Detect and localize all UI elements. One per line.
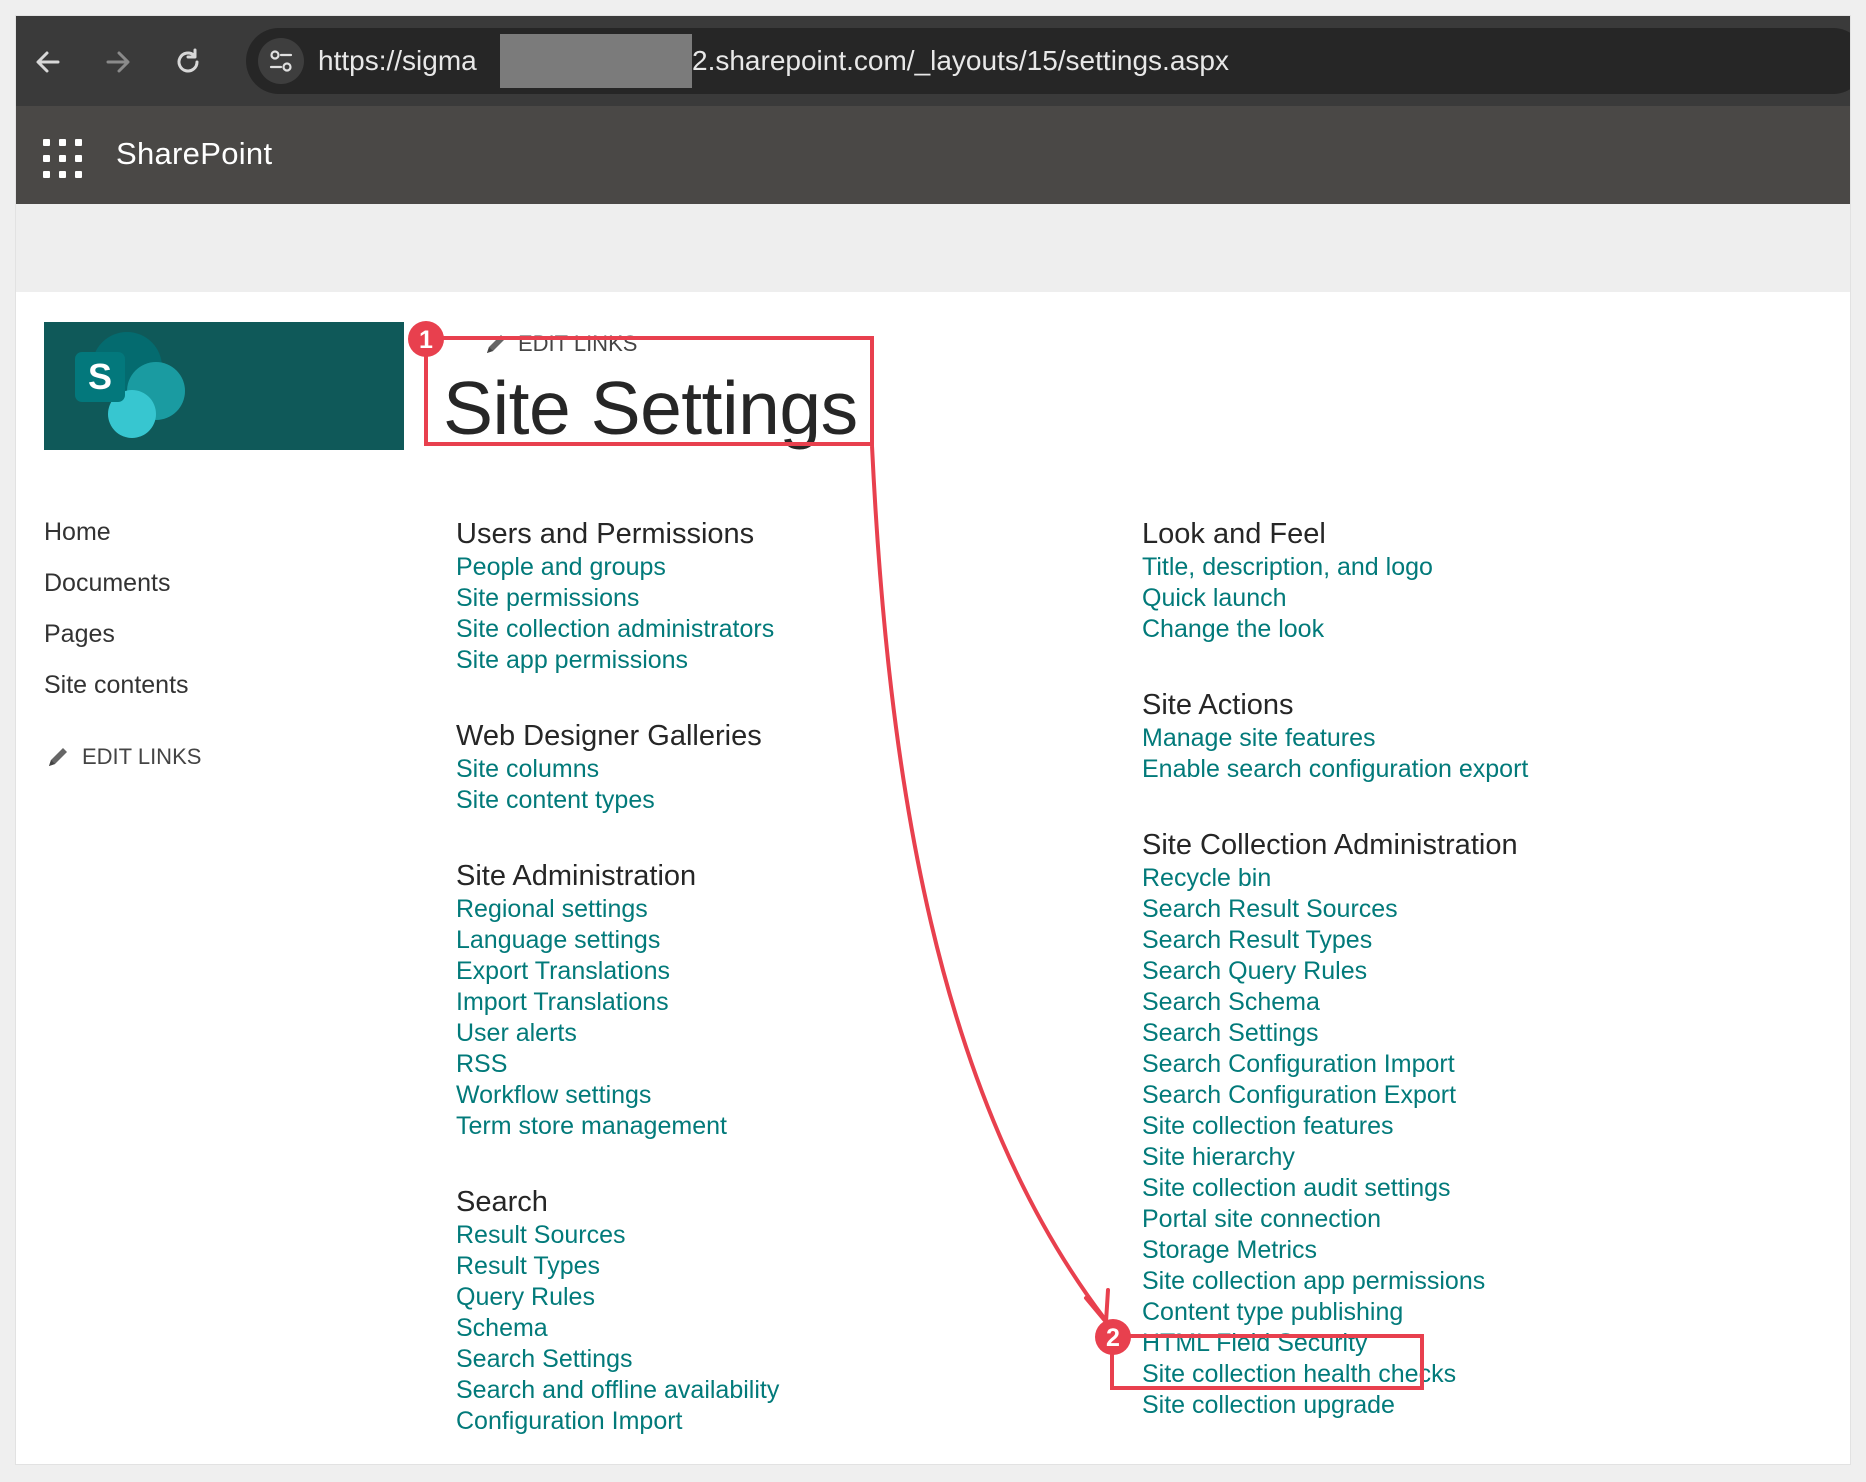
settings-column-left: Users and Permissions People and groups … [456, 516, 779, 1464]
link-quick-launch[interactable]: Quick launch [1142, 583, 1528, 614]
url-text-end: 2.sharepoint.com/_layouts/15/settings.as… [692, 45, 1229, 76]
edit-links-top[interactable]: EDIT LINKS [484, 331, 637, 357]
link-site-content-types[interactable]: Site content types [456, 785, 779, 816]
link-enable-search-config-export[interactable]: Enable search configuration export [1142, 754, 1528, 785]
link-site-collection-app-permissions[interactable]: Site collection app permissions [1142, 1266, 1528, 1297]
link-site-app-permissions[interactable]: Site app permissions [456, 645, 779, 676]
section-site-collection-administration: Site Collection Administration Recycle b… [1142, 827, 1528, 1421]
section-web-designer-galleries: Web Designer Galleries Site columns Site… [456, 718, 779, 816]
link-language-settings[interactable]: Language settings [456, 925, 779, 956]
pencil-icon [487, 335, 505, 353]
link-search-configuration-import[interactable]: Search Configuration Import [1142, 1049, 1528, 1080]
link-site-hierarchy[interactable]: Site hierarchy [1142, 1142, 1528, 1173]
forward-button[interactable] [98, 42, 138, 82]
link-search-configuration-export[interactable]: Search Configuration Export [1142, 1080, 1528, 1111]
link-query-rules[interactable]: Query Rules [456, 1282, 779, 1313]
step-1-number: 1 [419, 326, 433, 354]
link-html-field-security[interactable]: HTML Field Security [1142, 1328, 1528, 1359]
link-portal-site-connection[interactable]: Portal site connection [1142, 1204, 1528, 1235]
site-logo[interactable]: S [44, 322, 404, 450]
edit-links-left[interactable]: EDIT LINKS [46, 744, 201, 770]
edit-links-label: EDIT LINKS [518, 331, 638, 356]
link-configuration-import[interactable]: Configuration Import [456, 1406, 779, 1437]
address-bar[interactable]: https://sigma 2.sharepoint.com/_layouts/… [246, 28, 1850, 94]
link-recycle-bin[interactable]: Recycle bin [1142, 863, 1528, 894]
link-search-schema[interactable]: Search Schema [1142, 987, 1528, 1018]
link-search-result-sources[interactable]: Search Result Sources [1142, 894, 1528, 925]
link-site-collection-administrators[interactable]: Site collection administrators [456, 614, 779, 645]
link-workflow-settings[interactable]: Workflow settings [456, 1080, 779, 1111]
arrow-connector [870, 445, 1106, 1320]
url-redaction [500, 34, 692, 88]
arrow-head-icon [1084, 1288, 1110, 1324]
suite-bar: SharePoint [16, 106, 1850, 204]
edit-links-label: EDIT LINKS [82, 744, 202, 769]
link-change-the-look[interactable]: Change the look [1142, 614, 1528, 645]
browser-window: https://sigma 2.sharepoint.com/_layouts/… [16, 16, 1850, 1464]
link-result-sources[interactable]: Result Sources [456, 1220, 779, 1251]
link-site-collection-features[interactable]: Site collection features [1142, 1111, 1528, 1142]
link-schema[interactable]: Schema [456, 1313, 779, 1344]
link-site-collection-health-checks[interactable]: Site collection health checks [1142, 1359, 1528, 1390]
logo-letter: S [88, 356, 112, 397]
settings-column-right: Look and Feel Title, description, and lo… [1142, 516, 1528, 1463]
link-search-offline-availability[interactable]: Search and offline availability [456, 1375, 779, 1406]
site-info-button[interactable] [258, 38, 304, 84]
link-import-translations[interactable]: Import Translations [456, 987, 779, 1018]
app-launcher-icon[interactable] [36, 132, 82, 178]
section-users-permissions: Users and Permissions People and groups … [456, 516, 779, 676]
sharepoint-logo-icon: S [75, 332, 185, 438]
section-title: Web Designer Galleries [456, 720, 762, 752]
section-title: Site Collection Administration [1142, 829, 1518, 861]
section-search: Search Result Sources Result Types Query… [456, 1184, 779, 1437]
left-navigation: Home Documents Pages Site contents [44, 512, 189, 716]
section-title: Site Actions [1142, 689, 1294, 721]
link-site-collection-audit-settings[interactable]: Site collection audit settings [1142, 1173, 1528, 1204]
link-export-translations[interactable]: Export Translations [456, 956, 779, 987]
reload-button[interactable] [168, 42, 208, 82]
section-title: Site Administration [456, 860, 697, 892]
link-content-type-publishing[interactable]: Content type publishing [1142, 1297, 1528, 1328]
tune-icon [269, 50, 293, 72]
pencil-icon [49, 748, 67, 766]
link-term-store-management[interactable]: Term store management [456, 1111, 779, 1142]
brand-label[interactable]: SharePoint [116, 136, 272, 172]
header-band [16, 204, 1850, 292]
link-search-settings-sc[interactable]: Search Settings [1142, 1018, 1528, 1049]
link-search-result-types[interactable]: Search Result Types [1142, 925, 1528, 956]
url-text-start: https://sigma [318, 45, 477, 76]
link-people-and-groups[interactable]: People and groups [456, 552, 779, 583]
section-title: Look and Feel [1142, 518, 1326, 550]
step-1-badge [408, 321, 444, 357]
reload-icon [177, 48, 199, 73]
link-manage-site-features[interactable]: Manage site features [1142, 723, 1528, 754]
section-title: Users and Permissions [456, 518, 755, 550]
link-title-description-logo[interactable]: Title, description, and logo [1142, 552, 1528, 583]
link-regional-settings[interactable]: Regional settings [456, 894, 779, 925]
nav-item-home[interactable]: Home [44, 512, 189, 563]
link-site-columns[interactable]: Site columns [456, 754, 779, 785]
section-look-and-feel: Look and Feel Title, description, and lo… [1142, 516, 1528, 645]
section-title: Search [456, 1186, 548, 1218]
step-2-badge [1095, 1319, 1131, 1355]
section-site-administration: Site Administration Regional settings La… [456, 858, 779, 1142]
link-site-permissions[interactable]: Site permissions [456, 583, 779, 614]
link-search-settings[interactable]: Search Settings [456, 1344, 779, 1375]
arrow-left-icon [36, 51, 60, 73]
section-site-actions: Site Actions Manage site features Enable… [1142, 687, 1528, 785]
link-search-query-rules[interactable]: Search Query Rules [1142, 956, 1528, 987]
link-user-alerts[interactable]: User alerts [456, 1018, 779, 1049]
link-rss[interactable]: RSS [456, 1049, 779, 1080]
arrow-right-icon [106, 51, 130, 73]
back-button[interactable] [28, 42, 68, 82]
page-title: Site Settings [443, 366, 858, 450]
step-2-number: 2 [1106, 1324, 1120, 1352]
link-result-types[interactable]: Result Types [456, 1251, 779, 1282]
nav-item-site-contents[interactable]: Site contents [44, 665, 189, 716]
link-storage-metrics[interactable]: Storage Metrics [1142, 1235, 1528, 1266]
browser-toolbar: https://sigma 2.sharepoint.com/_layouts/… [16, 16, 1850, 106]
nav-item-documents[interactable]: Documents [44, 563, 189, 614]
nav-item-pages[interactable]: Pages [44, 614, 189, 665]
link-site-collection-upgrade[interactable]: Site collection upgrade [1142, 1390, 1528, 1421]
